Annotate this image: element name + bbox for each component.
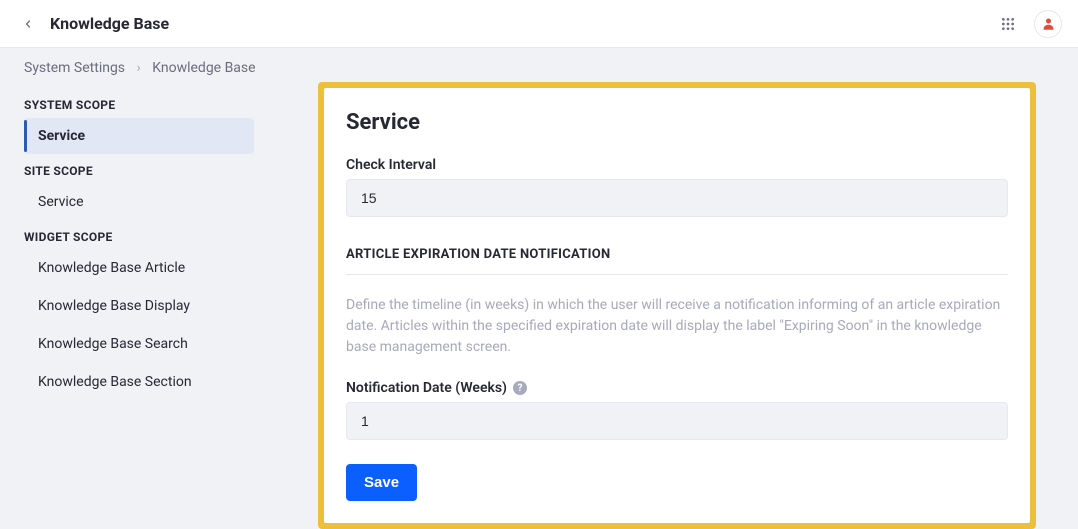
sidebar-item-label: Knowledge Base Display [38,298,190,314]
sidebar: SYSTEM SCOPE Service SITE SCOPE Service … [0,88,270,402]
settings-panel: Service Check Interval ARTICLE EXPIRATIO… [324,88,1030,523]
breadcrumb-separator: › [137,60,141,76]
sidebar-item-label: Service [38,194,84,210]
topbar: Knowledge Base [0,0,1078,48]
breadcrumb-current: Knowledge Base [152,60,255,76]
help-icon[interactable]: ? [513,381,527,395]
scope-header-site: SITE SCOPE [24,164,254,178]
user-avatar[interactable] [1034,10,1062,38]
sidebar-item-kb-article[interactable]: Knowledge Base Article [24,250,254,286]
save-button[interactable]: Save [346,464,417,501]
sidebar-item-kb-search[interactable]: Knowledge Base Search [24,326,254,362]
chevron-left-icon [22,18,34,30]
highlighted-panel: Service Check Interval ARTICLE EXPIRATIO… [318,82,1036,529]
section-header-expiration: ARTICLE EXPIRATION DATE NOTIFICATION [346,247,1008,275]
user-icon [1041,16,1056,31]
sidebar-item-label: Knowledge Base Section [38,374,192,390]
sidebar-item-label: Knowledge Base Article [38,260,185,276]
sidebar-item-site-service[interactable]: Service [24,184,254,220]
notification-input[interactable] [346,402,1008,440]
breadcrumb-root[interactable]: System Settings [24,60,125,76]
back-button[interactable] [12,8,44,40]
check-interval-input[interactable] [346,179,1008,217]
sidebar-item-system-service[interactable]: Service [24,118,254,154]
sidebar-item-kb-section[interactable]: Knowledge Base Section [24,364,254,400]
check-interval-label: Check Interval [346,157,1008,173]
grid-icon [1000,16,1016,32]
sidebar-item-label: Knowledge Base Search [38,336,188,352]
scope-header-system: SYSTEM SCOPE [24,98,254,112]
apps-button[interactable] [996,12,1020,36]
notification-label: Notification Date (Weeks) [346,380,507,396]
sidebar-item-kb-display[interactable]: Knowledge Base Display [24,288,254,324]
expiration-description: Define the timeline (in weeks) in which … [346,295,1008,358]
sidebar-item-label: Service [38,128,85,144]
page-title: Service [346,110,1008,135]
page-header-title: Knowledge Base [50,14,169,33]
scope-header-widget: WIDGET SCOPE [24,230,254,244]
